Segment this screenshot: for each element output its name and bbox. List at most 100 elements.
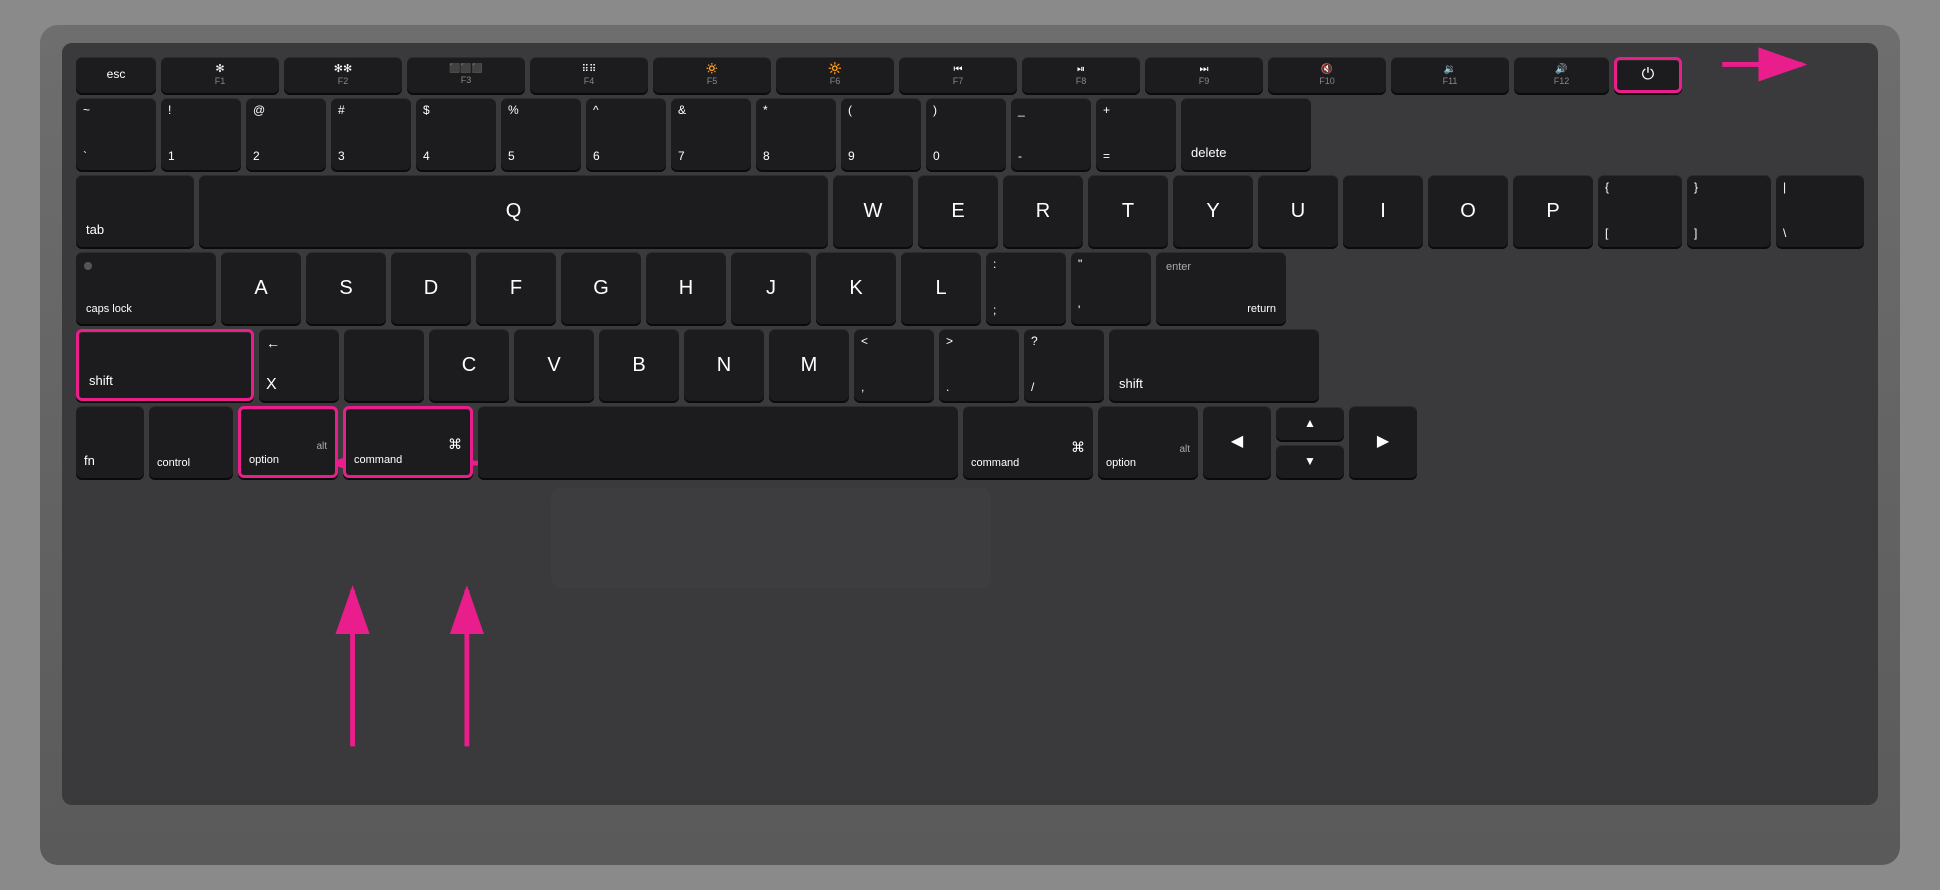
key-f2[interactable]: ✻✻ F2 [284, 57, 402, 93]
key-arrow-up[interactable]: ▲ [1276, 407, 1344, 440]
key-arrow-right[interactable]: ▶ [1349, 406, 1417, 478]
key-semicolon[interactable]: : ; [986, 252, 1066, 324]
key-backslash[interactable]: | \ [1776, 175, 1864, 247]
key-f8[interactable]: ⏯ F8 [1022, 57, 1140, 93]
key-command-left[interactable]: ⌘ command [343, 406, 473, 478]
key-enter[interactable]: enter return [1156, 252, 1286, 324]
7-lower: 7 [678, 149, 744, 165]
key-x[interactable] [344, 329, 424, 401]
key-a[interactable]: A [221, 252, 301, 324]
key-y[interactable]: Y [1173, 175, 1253, 247]
key-v[interactable]: V [514, 329, 594, 401]
key-slash[interactable]: ? / [1024, 329, 1104, 401]
1-lower: 1 [168, 149, 234, 165]
key-shift-right[interactable]: shift [1109, 329, 1319, 401]
t-label: T [1122, 198, 1134, 224]
key-rbracket[interactable]: } ] [1687, 175, 1771, 247]
quote-lower: ' [1078, 303, 1144, 319]
key-m[interactable]: M [769, 329, 849, 401]
key-arrow-down[interactable]: ▼ [1276, 445, 1344, 478]
key-command-right[interactable]: ⌘ command [963, 406, 1093, 478]
f4-icon: ⠿⠿ [582, 63, 597, 76]
key-5[interactable]: % 5 [501, 98, 581, 170]
key-l[interactable]: L [901, 252, 981, 324]
key-8[interactable]: * 8 [756, 98, 836, 170]
comma-lower: , [861, 380, 927, 396]
f4-label: F4 [584, 76, 595, 88]
key-f10[interactable]: 🔇 F10 [1268, 57, 1386, 93]
6-upper: ^ [593, 103, 659, 119]
key-comma[interactable]: < , [854, 329, 934, 401]
key-fn[interactable]: fn [76, 406, 144, 478]
f8-icon: ⏯ [1077, 63, 1085, 76]
key-p[interactable]: P [1513, 175, 1593, 247]
key-z[interactable]: ← X [259, 329, 339, 401]
f2-icon: ✻✻ [334, 62, 352, 76]
key-u[interactable]: U [1258, 175, 1338, 247]
key-delete[interactable]: delete [1181, 98, 1311, 170]
key-tilde[interactable]: ~ ` [76, 98, 156, 170]
key-f9[interactable]: ⏭ F9 [1145, 57, 1263, 93]
key-r[interactable]: R [1003, 175, 1083, 247]
minus-lower: - [1018, 149, 1084, 165]
key-k[interactable]: K [816, 252, 896, 324]
key-1[interactable]: ! 1 [161, 98, 241, 170]
key-7[interactable]: & 7 [671, 98, 751, 170]
key-lbracket[interactable]: { [ [1598, 175, 1682, 247]
key-w[interactable]: W [833, 175, 913, 247]
key-f6[interactable]: 🔆 F6 [776, 57, 894, 93]
key-arrow-left[interactable]: ◀ [1203, 406, 1271, 478]
number-row: ~ ` ! 1 @ 2 # 3 [76, 98, 1864, 170]
key-f1[interactable]: ✻ F1 [161, 57, 279, 93]
key-space[interactable] [478, 406, 958, 478]
key-b[interactable]: B [599, 329, 679, 401]
key-f11[interactable]: 🔉 F11 [1391, 57, 1509, 93]
trackpad[interactable] [551, 488, 991, 588]
key-period[interactable]: > . [939, 329, 1019, 401]
key-option-left[interactable]: alt option [238, 406, 338, 478]
key-f7[interactable]: ⏮ F7 [899, 57, 1017, 93]
key-j[interactable]: J [731, 252, 811, 324]
key-s[interactable]: S [306, 252, 386, 324]
key-f5[interactable]: 🔅 F5 [653, 57, 771, 93]
bottom-row: fn control alt option ⌘ command ⌘ comman… [76, 406, 1864, 478]
key-minus[interactable]: _ - [1011, 98, 1091, 170]
key-quote[interactable]: " ' [1071, 252, 1151, 324]
key-e[interactable]: E [918, 175, 998, 247]
f7-icon: ⏮ [954, 63, 963, 76]
key-tab[interactable]: tab [76, 175, 194, 247]
fn-row: esc ✻ F1 ✻✻ F2 ⬛⬛⬛ F3 ⠿⠿ F4 🔅 F5 [76, 57, 1864, 93]
key-q[interactable]: Q [199, 175, 828, 247]
4-lower: 4 [423, 149, 489, 165]
key-9[interactable]: ( 9 [841, 98, 921, 170]
key-control[interactable]: control [149, 406, 233, 478]
key-equals[interactable]: + = [1096, 98, 1176, 170]
key-2[interactable]: @ 2 [246, 98, 326, 170]
key-g[interactable]: G [561, 252, 641, 324]
key-c[interactable]: C [429, 329, 509, 401]
arrow-up-down-group: ▲ ▼ [1276, 407, 1344, 478]
key-i[interactable]: I [1343, 175, 1423, 247]
key-f3[interactable]: ⬛⬛⬛ F3 [407, 57, 525, 93]
key-shift-left[interactable]: shift [76, 329, 254, 401]
key-0[interactable]: ) 0 [926, 98, 1006, 170]
key-t[interactable]: T [1088, 175, 1168, 247]
key-6[interactable]: ^ 6 [586, 98, 666, 170]
key-power[interactable]: ⏻ [1614, 57, 1682, 93]
key-esc[interactable]: esc [76, 57, 156, 93]
p-label: P [1546, 198, 1559, 224]
key-o[interactable]: O [1428, 175, 1508, 247]
key-f4[interactable]: ⠿⠿ F4 [530, 57, 648, 93]
key-d[interactable]: D [391, 252, 471, 324]
shift-left-label: shift [89, 373, 113, 390]
key-n[interactable]: N [684, 329, 764, 401]
power-icon: ⏻ [1642, 65, 1655, 86]
key-caps-lock[interactable]: caps lock [76, 252, 216, 324]
key-4[interactable]: $ 4 [416, 98, 496, 170]
key-f12[interactable]: 🔊 F12 [1514, 57, 1609, 93]
key-option-right[interactable]: alt option [1098, 406, 1198, 478]
caps-lock-label: caps lock [86, 302, 132, 316]
key-h[interactable]: H [646, 252, 726, 324]
key-f[interactable]: F [476, 252, 556, 324]
key-3[interactable]: # 3 [331, 98, 411, 170]
